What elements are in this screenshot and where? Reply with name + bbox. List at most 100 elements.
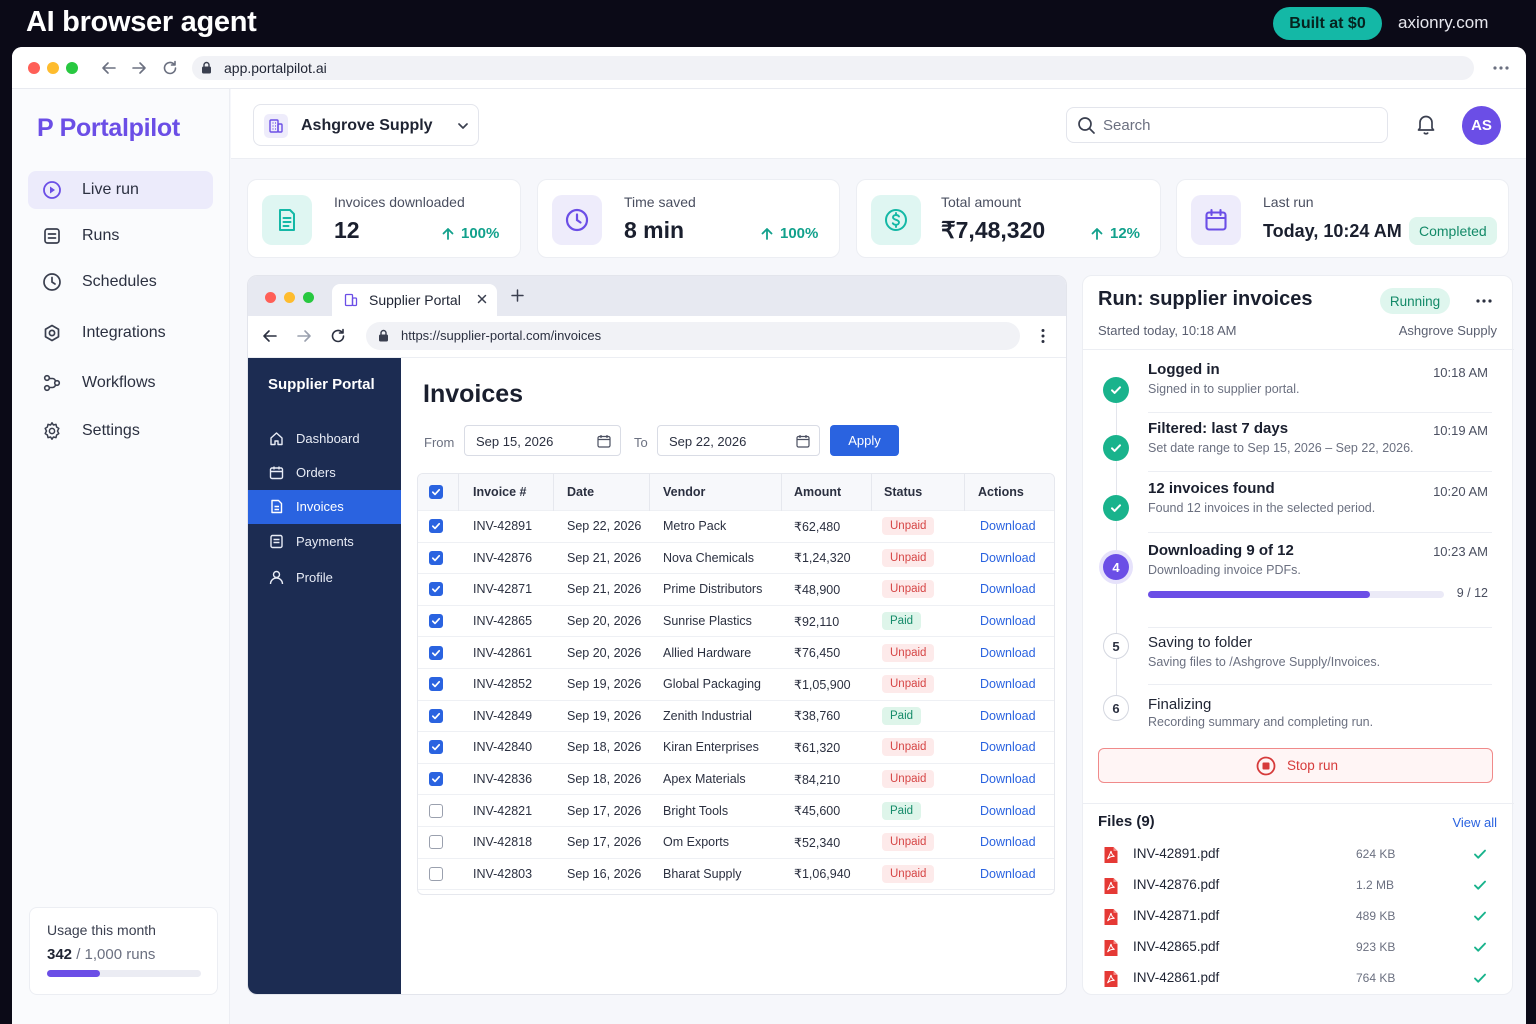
row-checkbox[interactable] — [429, 582, 443, 597]
action-cell: Download — [980, 732, 1036, 763]
file-row[interactable]: INV-42871.pdf 489 KB — [1083, 901, 1514, 932]
download-link[interactable]: Download — [980, 835, 1036, 849]
minimize-window-button[interactable] — [47, 62, 59, 74]
download-link[interactable]: Download — [980, 551, 1036, 565]
status-cell: Unpaid — [882, 543, 935, 574]
portal-nav-label: Invoices — [296, 499, 344, 514]
download-link[interactable]: Download — [980, 614, 1036, 628]
portal-nav-profile[interactable]: Profile — [248, 561, 401, 595]
avatar[interactable]: AS — [1462, 106, 1501, 145]
row-checkbox[interactable] — [429, 866, 443, 881]
download-link[interactable]: Download — [980, 740, 1036, 754]
portal-nav-dashboard[interactable]: Dashboard — [248, 422, 401, 456]
status-badge: Unpaid — [882, 580, 935, 599]
status-badge: Paid — [882, 801, 922, 820]
portal-sidebar: Supplier Portal Dashboard Orders Invoice… — [248, 358, 401, 994]
file-row[interactable]: INV-42865.pdf 923 KB — [1083, 932, 1514, 963]
file-row[interactable]: INV-42861.pdf 764 KB — [1083, 963, 1514, 994]
step-description: Recording summary and completing run. — [1148, 715, 1374, 729]
more-vertical-icon[interactable] — [1040, 328, 1046, 344]
portal-nav-orders[interactable]: Orders — [248, 456, 401, 490]
reload-icon[interactable] — [330, 328, 346, 344]
lock-icon — [201, 61, 212, 74]
sidebar-item-integrations[interactable]: Integrations — [28, 314, 213, 352]
download-progress-track — [1148, 591, 1444, 598]
column-divider — [871, 474, 872, 511]
row-checkbox[interactable] — [429, 835, 443, 850]
search-input[interactable] — [1103, 115, 1373, 135]
forward-arrow-icon[interactable] — [130, 59, 148, 77]
action-cell: Download — [980, 669, 1036, 700]
tab-supplier-portal[interactable]: Supplier Portal — [332, 284, 497, 316]
run-started: Started today, 10:18 AM — [1098, 323, 1237, 338]
more-options-icon[interactable] — [1475, 298, 1493, 304]
sidebar-item-settings[interactable]: Settings — [28, 412, 213, 450]
invoice-number: INV-42861 — [473, 645, 533, 660]
bell-icon[interactable] — [1416, 113, 1436, 135]
download-link[interactable]: Download — [980, 677, 1036, 691]
check-icon — [431, 649, 441, 656]
org-selector[interactable]: Ashgrove Supply — [253, 104, 479, 146]
download-link[interactable]: Download — [980, 646, 1036, 660]
maximize-window-button[interactable] — [303, 292, 314, 303]
row-checkbox[interactable] — [429, 519, 443, 534]
to-date-field[interactable]: Sep 22, 2026 — [657, 425, 820, 456]
portal-nav-invoices[interactable]: Invoices — [248, 490, 401, 524]
download-link[interactable]: Download — [980, 709, 1036, 723]
download-link[interactable]: Download — [980, 519, 1036, 533]
select-all-checkbox[interactable] — [429, 485, 443, 499]
vendor-name: Prime Distributors — [663, 582, 763, 597]
row-checkbox[interactable] — [429, 740, 443, 755]
forward-arrow-icon[interactable] — [296, 328, 312, 344]
sidebar-item-live-run[interactable]: Live run — [28, 171, 213, 209]
column-header: Date — [567, 485, 595, 499]
address-bar[interactable]: app.portalpilot.ai — [192, 56, 1474, 80]
close-icon[interactable] — [476, 293, 488, 305]
stat-trend-value: 100% — [461, 225, 500, 242]
select-cell — [429, 637, 443, 668]
from-date-field[interactable]: Sep 15, 2026 — [464, 425, 621, 456]
download-link[interactable]: Download — [980, 867, 1036, 881]
table-row: INV-42891 Sep 22, 2026 Metro Pack ₹62,480 Un… — [418, 511, 1054, 543]
close-window-button[interactable] — [265, 292, 276, 303]
back-arrow-icon[interactable] — [262, 328, 278, 344]
row-checkbox[interactable] — [429, 708, 443, 723]
sidebar-item-runs[interactable]: Runs — [28, 217, 213, 255]
sidebar-item-label: Schedules — [82, 273, 157, 290]
inner-address-bar[interactable]: https://supplier-portal.com/invoices — [366, 322, 1020, 350]
download-link[interactable]: Download — [980, 582, 1036, 596]
sidebar-item-workflows[interactable]: Workflows — [28, 364, 213, 402]
minimize-window-button[interactable] — [284, 292, 295, 303]
invoice-amount: ₹76,450 — [794, 646, 841, 661]
file-row[interactable]: INV-42891.pdf 624 KB — [1083, 839, 1514, 870]
maximize-window-button[interactable] — [66, 62, 78, 74]
action-cell: Download — [980, 543, 1036, 574]
back-arrow-icon[interactable] — [100, 59, 118, 77]
stat-trend-value: 12% — [1110, 225, 1141, 242]
puzzle-icon — [42, 323, 62, 343]
row-checkbox[interactable] — [429, 614, 443, 629]
download-link[interactable]: Download — [980, 804, 1036, 818]
building-icon — [264, 114, 288, 138]
row-checkbox[interactable] — [429, 677, 443, 692]
download-link[interactable]: Download — [980, 772, 1036, 786]
portal-nav-payments[interactable]: Payments — [248, 525, 401, 559]
close-window-button[interactable] — [28, 62, 40, 74]
more-options-icon[interactable] — [1492, 59, 1510, 77]
file-row[interactable]: INV-42876.pdf 1.2 MB — [1083, 870, 1514, 901]
row-checkbox[interactable] — [429, 803, 443, 818]
stop-run-button[interactable]: Stop run — [1098, 748, 1493, 783]
sidebar-item-schedules[interactable]: Schedules — [28, 263, 213, 301]
row-checkbox[interactable] — [429, 645, 443, 660]
stat-label: Time saved — [624, 194, 696, 210]
row-checkbox[interactable] — [429, 550, 443, 565]
row-checkbox[interactable] — [429, 772, 443, 787]
check-icon — [1473, 940, 1487, 959]
view-all-link[interactable]: View all — [1452, 815, 1497, 830]
to-date-value: Sep 22, 2026 — [669, 434, 747, 449]
status-badge: Unpaid — [882, 643, 935, 662]
stat-trend: 100% — [441, 225, 499, 242]
reload-icon[interactable] — [161, 59, 179, 77]
apply-button[interactable]: Apply — [830, 425, 899, 456]
plus-icon[interactable] — [511, 289, 524, 302]
